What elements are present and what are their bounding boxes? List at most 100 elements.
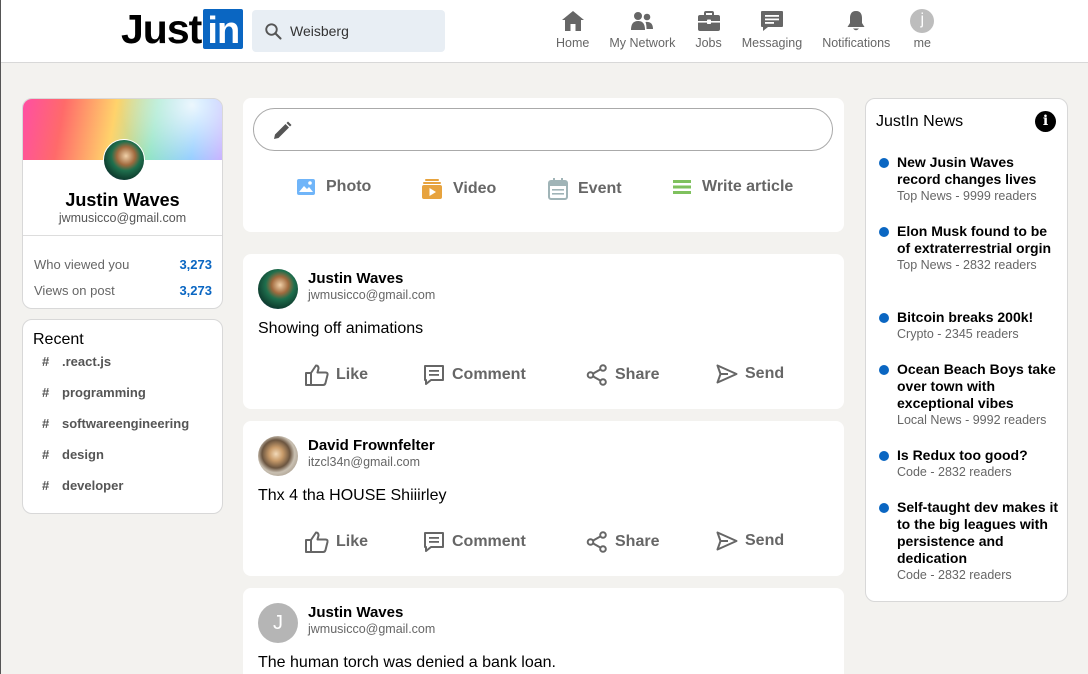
news-item[interactable]: Ocean Beach Boys take over town with exc… [879,361,1059,428]
post-author-name[interactable]: Justin Waves [308,270,403,287]
recent-item-softwareengineering[interactable]: # softwareengineering [42,416,189,431]
post-card: David Frownfelter itzcl34n@gmail.com Thx… [243,421,844,576]
hashtag-icon: # [42,385,50,400]
search-input[interactable] [288,22,432,40]
like-button[interactable]: Like [305,531,368,553]
nav-messaging[interactable]: Messaging [742,8,802,50]
avatar[interactable] [258,436,298,476]
share-icon [586,364,607,386]
nav-home[interactable]: Home [556,8,589,50]
hashtag-icon: # [42,478,50,493]
comment-label: Comment [452,366,526,383]
like-button[interactable]: Like [305,364,368,386]
share-photo-button[interactable]: Photo [296,178,371,196]
start-post-input[interactable] [253,108,833,151]
comment-button[interactable]: Comment [423,531,526,553]
comment-icon [424,532,444,552]
stat-views-on-post[interactable]: Views on post 3,273 [34,283,212,298]
avatar[interactable] [103,139,145,181]
send-button[interactable]: Send [716,364,784,384]
app-logo[interactable]: Just in [121,6,244,52]
stat-value: 3,273 [179,257,212,272]
send-button[interactable]: Send [716,531,784,551]
recent-card: Recent # .react.js # programming # softw… [22,319,223,514]
recent-item-design[interactable]: # design [42,447,104,462]
post-card: Justin Waves jwmusicco@gmail.com Showing… [243,254,844,409]
bullet-icon [879,158,889,168]
home-icon [561,11,584,31]
hashtag-icon: # [42,416,50,431]
recent-item-programming[interactable]: # programming [42,385,146,400]
profile-email: jwmusicco@gmail.com [58,211,187,225]
stat-label: Views on post [34,283,115,298]
nav-jobs-label: Jobs [695,36,722,50]
news-meta: Code - 2832 readers [897,568,1012,582]
divider [23,235,222,236]
bullet-icon [879,451,889,461]
send-icon [716,364,738,384]
messaging-icon [760,11,783,31]
post-text: The human torch was denied a bank loan. [258,654,556,671]
hashtag-icon: # [42,354,50,369]
share-write-article-button[interactable]: Write article [672,178,793,196]
post-text: Thx 4 tha HOUSE Shiiirley [258,487,447,504]
recent-item-label: developer [62,478,124,493]
news-meta: Code - 2832 readers [897,465,1012,479]
recent-item-label: programming [62,385,146,400]
video-icon [422,179,442,199]
search-bar[interactable] [252,10,445,52]
news-headline: Elon Musk found to be of extraterrestria… [897,223,1052,256]
nav-notifications[interactable]: Notifications [822,8,890,50]
post-author-name[interactable]: David Frownfelter [308,437,435,454]
recent-item-developer[interactable]: # developer [42,478,123,493]
stat-value: 3,273 [179,283,212,298]
share-button[interactable]: Share [586,364,659,386]
news-item[interactable]: Is Redux too good? Code - 2832 readers [879,447,1059,480]
share-event-label: Event [578,180,622,197]
avatar[interactable]: J [258,603,298,643]
share-button[interactable]: Share [586,531,659,553]
news-headline: Self-taught dev makes it to the big leag… [897,499,1059,566]
like-label: Like [336,533,369,550]
top-nav-bar: Just in Home [1,0,1088,63]
post-author-email: jwmusicco@gmail.com [308,288,436,302]
recent-item-label: design [62,447,104,462]
share-video-label: Video [453,180,497,197]
bullet-icon [879,503,889,513]
stat-who-viewed[interactable]: Who viewed you 3,273 [34,257,212,272]
comment-label: Comment [452,533,526,550]
profile-name[interactable]: Justin Waves [23,190,222,211]
nav-jobs[interactable]: Jobs [695,8,722,50]
logo-text: Just [121,6,202,52]
news-title: JustIn News [876,113,964,130]
like-label: Like [336,366,369,383]
thumbs-up-icon [305,531,329,553]
post-text: Showing off animations [258,320,424,337]
share-label: Share [615,533,660,550]
nav-home-label: Home [556,36,590,50]
briefcase-icon [697,10,720,31]
news-item[interactable]: New Jusin Waves record changes lives Top… [879,154,1059,204]
calendar-icon [548,178,568,200]
news-item[interactable]: Self-taught dev makes it to the big leag… [879,499,1059,583]
news-item[interactable]: Elon Musk found to be of extraterrestria… [879,223,1059,273]
share-video-button[interactable]: Video [421,178,496,200]
avatar[interactable] [258,269,298,309]
nav-me[interactable]: j me [910,8,935,50]
post-author-email: jwmusicco@gmail.com [308,622,436,636]
photo-icon [297,179,315,195]
recent-item-react[interactable]: # .react.js [42,354,111,369]
news-item[interactable]: Bitcoin breaks 200k! Crypto - 2345 reade… [879,309,1059,342]
share-box: Photo Video Event Write article [243,98,844,232]
info-icon[interactable]: i [1035,111,1056,132]
post-author-email: itzcl34n@gmail.com [308,455,421,469]
comment-button[interactable]: Comment [423,364,526,386]
post-author-name[interactable]: Justin Waves [308,604,403,621]
news-meta: Top News - 9999 readers [897,189,1037,203]
nav-my-network[interactable]: My Network [609,8,675,50]
me-avatar: j [910,9,935,33]
news-card: JustIn News i New Jusin Waves record cha… [865,98,1068,602]
profile-card: Justin Waves jwmusicco@gmail.com Who vie… [22,98,223,309]
nav-me-label: me [913,36,931,50]
share-event-button[interactable]: Event [548,178,622,200]
